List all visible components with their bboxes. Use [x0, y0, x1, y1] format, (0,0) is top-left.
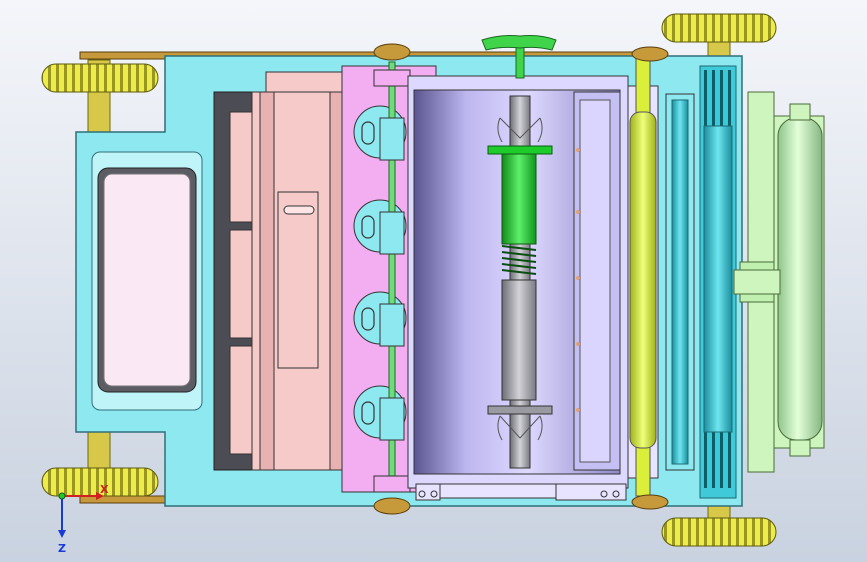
control-panel	[91, 151, 203, 411]
roller-stack	[627, 55, 737, 499]
axis-z-label: Z	[58, 542, 66, 555]
discharge-roller	[733, 91, 825, 473]
wheel-front-right[interactable]	[661, 13, 777, 43]
axis-x-label: X	[100, 483, 109, 496]
wheel-rear-right[interactable]	[661, 517, 777, 547]
wheel-front-left[interactable]	[41, 63, 159, 93]
pink-motor-block	[251, 71, 343, 471]
cad-model-view[interactable]: X Z	[0, 0, 867, 562]
cad-viewport[interactable]: X Z	[0, 0, 867, 562]
